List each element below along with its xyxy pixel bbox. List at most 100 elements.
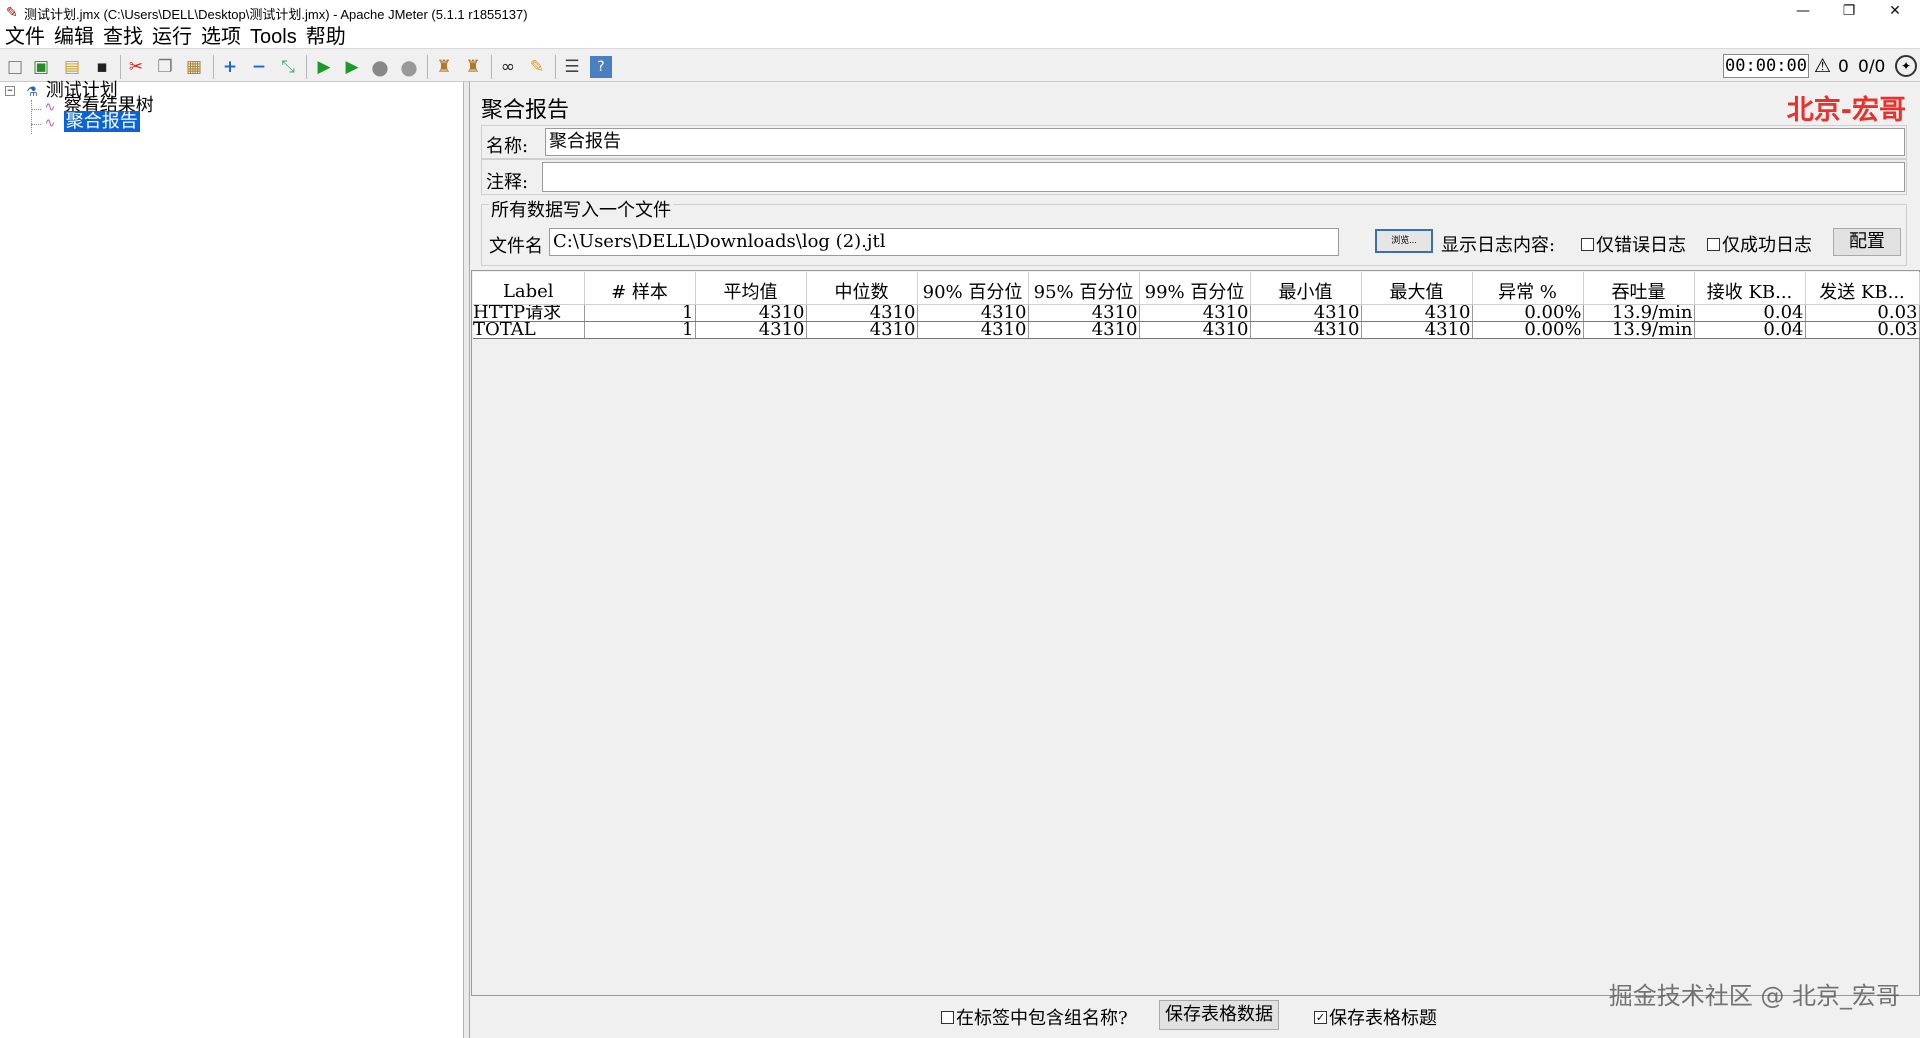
col-label-header[interactable]: Label <box>473 272 585 305</box>
warning-icon[interactable]: ⚠ <box>1814 55 1831 77</box>
save-header-checkbox[interactable]: ✓ <box>1314 1010 1327 1024</box>
col-sent-header[interactable]: 发送 KB... <box>1805 272 1920 305</box>
copy-icon[interactable]: ❐ <box>154 56 176 78</box>
table-header-row: Label # 样本 平均值 中位数 90% 百分位 95% 百分位 99% 百… <box>473 272 1920 305</box>
col-median-header[interactable]: 中位数 <box>806 272 918 305</box>
start-no-timers-icon[interactable]: ▶ <box>341 56 363 78</box>
menu-search[interactable]: 查找 <box>103 26 143 48</box>
function-helper-icon[interactable]: ☰ <box>561 56 583 78</box>
table-cell: 0.04 <box>1694 304 1806 322</box>
table-cell: 0.04 <box>1694 321 1806 339</box>
errors-only-option[interactable]: 仅错误日志 <box>1581 231 1686 257</box>
col-min-header[interactable]: 最小值 <box>1250 272 1362 305</box>
comment-field[interactable] <box>542 162 1905 192</box>
table-cell: 4310 <box>695 304 807 322</box>
watermark: 掘金技术社区 @ 北京_宏哥 <box>1608 982 1900 1010</box>
table-cell: 4310 <box>917 304 1029 322</box>
col-error-header[interactable]: 异常 % <box>1472 272 1584 305</box>
configure-button[interactable]: 配置 <box>1833 228 1901 256</box>
templates-icon[interactable]: ▣ <box>30 56 52 78</box>
help-icon[interactable]: ? <box>590 56 612 78</box>
file-name-label: 文件名 <box>489 236 543 257</box>
table-cell: 13.9/min <box>1583 304 1695 322</box>
table-cell: 1 <box>584 304 696 322</box>
save-header-option[interactable]: ✓ 保存表格标题 <box>1314 1004 1437 1030</box>
menu-options[interactable]: 选项 <box>201 26 241 48</box>
table-cell: TOTAL <box>473 321 585 339</box>
maximize-button[interactable]: ❐ <box>1826 0 1872 26</box>
menu-help[interactable]: 帮助 <box>306 26 346 48</box>
table-cell: 4310 <box>1139 321 1251 339</box>
table-cell: 4310 <box>1139 304 1251 322</box>
collapse-icon[interactable]: − <box>248 56 270 78</box>
table-row[interactable]: TOTAL 1 4310 4310 4310 4310 4310 4310 43… <box>473 321 1920 339</box>
clear-all-icon[interactable]: ♜ <box>462 56 484 78</box>
comment-label: 注释: <box>486 172 529 193</box>
save-table-data-button[interactable]: 保存表格数据 <box>1159 1000 1279 1030</box>
table-cell: 4310 <box>1028 304 1140 322</box>
comment-row: 注释: <box>481 159 1907 195</box>
brand-mark: 北京-宏哥 <box>1786 95 1906 126</box>
stop-icon[interactable]: ● <box>369 56 391 78</box>
table-cell: 1 <box>584 321 696 339</box>
reset-search-icon[interactable]: ✎ <box>526 56 548 78</box>
table-cell: 0.00% <box>1472 304 1584 322</box>
page-title: 聚合报告 <box>481 98 570 123</box>
menu-file[interactable]: 文件 <box>5 26 45 48</box>
save-icon[interactable]: ▪ <box>91 56 113 78</box>
col-max-header[interactable]: 最大值 <box>1361 272 1473 305</box>
open-icon[interactable]: ▤ <box>61 56 83 78</box>
pane-splitter[interactable] <box>464 82 470 1038</box>
table-cell: 13.9/min <box>1583 321 1695 339</box>
table-row[interactable]: HTTP请求 1 4310 4310 4310 4310 4310 4310 4… <box>473 304 1920 322</box>
paste-icon[interactable]: ▦ <box>183 56 205 78</box>
success-only-option[interactable]: 仅成功日志 <box>1707 231 1812 257</box>
col-samples-header[interactable]: # 样本 <box>584 272 696 305</box>
col-throughput-header[interactable]: 吞吐量 <box>1583 272 1695 305</box>
menu-run[interactable]: 运行 <box>152 26 192 48</box>
menu-bar: 文件 编辑 查找 运行 选项 Tools 帮助 <box>0 26 1920 48</box>
table-cell: 4310 <box>1361 321 1473 339</box>
expand-icon[interactable]: + <box>219 56 241 78</box>
remote-icon[interactable]: ✦ <box>1895 55 1917 77</box>
col-p90-header[interactable]: 90% 百分位 <box>917 272 1029 305</box>
success-only-checkbox[interactable] <box>1707 237 1720 251</box>
aggregate-report-panel: 聚合报告 北京-宏哥 名称: 聚合报告 注释: 所有数据写入一个文件 文件名 C… <box>471 82 1920 1038</box>
include-group-option[interactable]: 在标签中包含组名称? <box>941 1004 1128 1030</box>
tree-item-aggregate-report[interactable]: ∿ 聚合报告 <box>42 111 140 132</box>
aggregate-results-table: Label # 样本 平均值 中位数 90% 百分位 95% 百分位 99% 百… <box>473 272 1920 339</box>
table-cell: 0.03 <box>1805 321 1920 339</box>
listener-icon: ∿ <box>44 116 56 131</box>
toggle-icon[interactable]: ⤡ <box>277 56 299 78</box>
start-icon[interactable]: ▶ <box>313 56 335 78</box>
col-average-header[interactable]: 平均值 <box>695 272 807 305</box>
test-plan-tree: − ⚗ 测试计划 ∿ 察看结果树 ∿ 聚合报告 <box>0 82 464 1038</box>
tree-collapse-toggle[interactable]: − <box>5 86 15 96</box>
include-group-checkbox[interactable] <box>941 1010 954 1024</box>
errors-only-checkbox[interactable] <box>1581 237 1594 251</box>
table-cell: HTTP请求 <box>473 304 585 322</box>
minimize-button[interactable]: — <box>1780 0 1826 26</box>
file-name-field[interactable]: C:\Users\DELL\Downloads\log (2).jtl <box>549 228 1339 256</box>
browse-button[interactable]: 浏览... <box>1375 229 1433 253</box>
table-cell: 4310 <box>695 321 807 339</box>
name-field[interactable]: 聚合报告 <box>545 128 1905 156</box>
elapsed-timer: 00:00:00 <box>1723 54 1809 78</box>
shutdown-icon[interactable]: ● <box>398 56 420 78</box>
col-received-header[interactable]: 接收 KB... <box>1694 272 1806 305</box>
table-cell: 0.03 <box>1805 304 1920 322</box>
close-button[interactable]: ✕ <box>1872 0 1918 26</box>
menu-tools[interactable]: Tools <box>250 26 297 48</box>
table-cell: 4310 <box>1250 304 1362 322</box>
col-p95-header[interactable]: 95% 百分位 <box>1028 272 1140 305</box>
new-icon[interactable]: □ <box>4 56 26 78</box>
file-group-title: 所有数据写入一个文件 <box>489 196 673 222</box>
clear-icon[interactable]: ♜ <box>433 56 455 78</box>
search-icon[interactable]: ∞ <box>497 56 519 78</box>
menu-edit[interactable]: 编辑 <box>54 26 94 48</box>
table-cell: 4310 <box>1361 304 1473 322</box>
table-cell: 4310 <box>1250 321 1362 339</box>
col-p99-header[interactable]: 99% 百分位 <box>1139 272 1251 305</box>
title-bar: ✎ 测试计划.jmx (C:\Users\DELL\Desktop\测试计划.j… <box>0 0 1920 26</box>
cut-icon[interactable]: ✂ <box>125 56 147 78</box>
